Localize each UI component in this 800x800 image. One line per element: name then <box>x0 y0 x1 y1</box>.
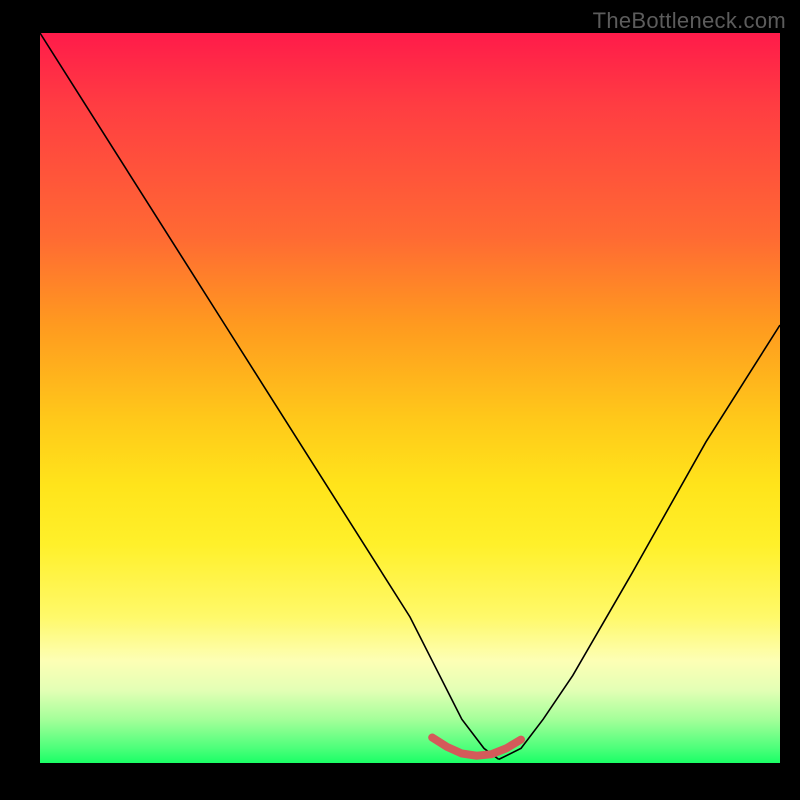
watermark-text: TheBottleneck.com <box>593 8 786 34</box>
curve-right-branch <box>499 325 780 759</box>
plot-area <box>40 33 780 763</box>
valley-highlight-stroke <box>432 738 521 756</box>
chart-frame: TheBottleneck.com <box>0 0 800 800</box>
curve-layer <box>40 33 780 763</box>
curve-left-branch <box>40 33 499 759</box>
